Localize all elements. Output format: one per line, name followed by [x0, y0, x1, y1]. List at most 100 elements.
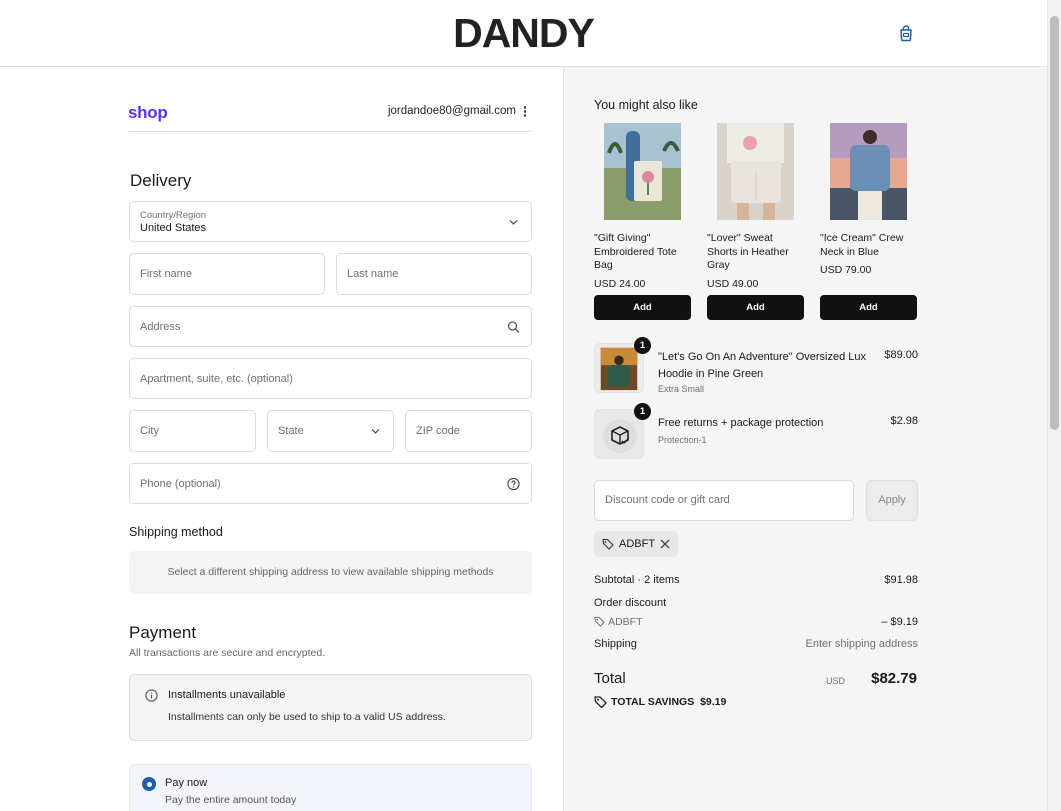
shipping-row: Shipping Enter shipping address — [594, 638, 918, 650]
help-circle-icon[interactable] — [507, 477, 520, 490]
shop-pay-logo: shop — [128, 103, 168, 122]
city-input[interactable]: City — [129, 410, 256, 452]
order-discount-label: Order discount — [594, 597, 667, 609]
country-select[interactable]: Country/Region United States — [129, 201, 532, 242]
subtotal-value: $91.98 — [884, 574, 918, 586]
zip-placeholder: ZIP code — [416, 425, 460, 437]
shipping-method-notice: Select a different shipping address to v… — [129, 551, 532, 594]
recommendation-price: USD 49.00 — [707, 277, 759, 290]
product-image[interactable] — [830, 123, 907, 220]
pay-now-description: Pay the entire amount today — [165, 794, 297, 806]
quantity-badge: 1 — [634, 337, 651, 354]
phone-input[interactable]: Phone (optional) — [129, 463, 532, 504]
scrollbar-thumb[interactable] — [1050, 16, 1059, 430]
discount-placeholder: Discount code or gift card — [605, 494, 730, 506]
page-scrollbar[interactable] — [1047, 0, 1061, 811]
add-to-cart-button[interactable]: Add — [820, 295, 917, 320]
delivery-heading: Delivery — [130, 171, 192, 190]
zip-input[interactable]: ZIP code — [405, 410, 532, 452]
discount-value: – $9.19 — [881, 616, 918, 628]
first-name-input[interactable]: First name — [129, 253, 325, 295]
cart-line-item: 1 Free returns + package protection Prot… — [594, 403, 918, 461]
recommendation-name[interactable]: "Gift Giving" Embroidered Tote Bag — [594, 232, 691, 273]
add-to-cart-button[interactable]: Add — [707, 295, 804, 320]
recommendation-card: "Ice Cream" Crew Neck in Blue USD 79.00 … — [820, 123, 917, 320]
discount-code-input[interactable]: Discount code or gift card — [594, 480, 854, 521]
total-savings: TOTAL SAVINGS $9.19 — [594, 695, 726, 708]
product-image[interactable] — [717, 123, 794, 220]
tag-icon — [594, 696, 607, 708]
recommendation-name[interactable]: "Ice Cream" Crew Neck in Blue — [820, 232, 917, 259]
savings-value: $9.19 — [700, 696, 727, 708]
line-item-variant: Extra Small — [658, 384, 705, 394]
chevron-down-icon — [509, 219, 518, 225]
checkout-form-column: shop jordandoe80@gmail.com Delivery Coun… — [0, 67, 563, 811]
brand-logo[interactable]: DANDY — [0, 10, 1047, 57]
applied-discount-chip: ADBFT — [594, 531, 678, 557]
discount-code-row: ADBFT – $9.19 — [594, 616, 918, 628]
apply-discount-button[interactable]: Apply — [866, 480, 918, 521]
apartment-input[interactable]: Apartment, suite, etc. (optional) — [129, 358, 532, 399]
phone-placeholder: Phone (optional) — [140, 477, 221, 490]
chevron-down-icon — [371, 429, 380, 434]
country-value: United States — [140, 222, 207, 234]
recommendation-price: USD 24.00 — [594, 277, 646, 290]
subtotal-label: Subtotal · 2 items — [594, 574, 680, 586]
recommendation-price: USD 79.00 — [820, 264, 872, 276]
installments-title: Installments unavailable — [168, 689, 286, 701]
savings-label: TOTAL SAVINGS — [611, 696, 695, 708]
applied-discount-code: ADBFT — [619, 538, 656, 550]
shipping-method-message: Select a different shipping address to v… — [167, 566, 494, 578]
shipping-method-heading: Shipping method — [129, 525, 223, 539]
recommendation-card: "Gift Giving" Embroidered Tote Bag USD 2… — [594, 123, 691, 320]
tag-icon — [594, 616, 605, 627]
account-divider — [129, 131, 532, 132]
cart-line-item: 1 "Let's Go On An Adventure" Oversized L… — [594, 337, 918, 399]
payment-subtitle: All transactions are secure and encrypte… — [129, 647, 326, 659]
payment-heading: Payment — [129, 623, 197, 642]
installments-description: Installments can only be used to ship to… — [168, 711, 446, 723]
state-select[interactable]: State — [267, 410, 394, 452]
account-email: jordandoe80@gmail.com — [387, 105, 516, 117]
product-image[interactable] — [604, 123, 681, 220]
discount-code-label: ADBFT — [608, 616, 643, 628]
installments-notice: Installments unavailable Installments ca… — [129, 674, 532, 741]
tag-icon — [602, 538, 614, 550]
line-item-variant: Protection-1 — [658, 435, 707, 445]
city-placeholder: City — [140, 425, 159, 437]
address-input[interactable]: Address — [129, 306, 532, 347]
total-label: Total — [594, 670, 626, 687]
more-vertical-icon[interactable] — [521, 106, 529, 120]
shipping-value: Enter shipping address — [805, 638, 918, 650]
order-summary-column: You might also like "Gift Giving" Embroi… — [563, 67, 1047, 811]
add-to-cart-button[interactable]: Add — [594, 295, 691, 320]
country-label: Country/Region — [140, 210, 207, 221]
search-icon — [507, 320, 520, 333]
state-placeholder: State — [278, 425, 304, 437]
subtotal-row: Subtotal · 2 items $91.98 — [594, 574, 918, 586]
shopping-bag-icon[interactable] — [897, 24, 915, 42]
apartment-placeholder: Apartment, suite, etc. (optional) — [140, 372, 293, 385]
line-item-name: "Let's Go On An Adventure" Oversized Lux… — [658, 351, 867, 380]
line-item-price: $89.00 — [884, 349, 918, 361]
order-discount-row: Order discount — [594, 597, 918, 609]
recommendations-heading: You might also like — [594, 98, 698, 112]
recommendation-name[interactable]: "Lover" Sweat Shorts in Heather Gray — [707, 232, 804, 273]
pay-now-option[interactable]: Pay now Pay the entire amount today — [129, 764, 532, 811]
last-name-placeholder: Last name — [347, 268, 399, 280]
total-currency: USD — [825, 676, 845, 686]
info-icon — [145, 689, 158, 702]
close-icon[interactable] — [659, 538, 671, 550]
quantity-badge: 1 — [634, 403, 651, 420]
pay-now-title: Pay now — [165, 777, 208, 789]
last-name-input[interactable]: Last name — [336, 253, 532, 295]
total-amount: $82.79 — [871, 670, 917, 687]
line-item-name: Free returns + package protection — [658, 417, 824, 429]
recommendation-card: "Lover" Sweat Shorts in Heather Gray USD… — [707, 123, 804, 320]
address-placeholder: Address — [140, 320, 181, 333]
shipping-label: Shipping — [594, 638, 637, 650]
first-name-placeholder: First name — [140, 268, 192, 280]
line-item-price: $2.98 — [890, 415, 918, 427]
site-header: DANDY — [0, 0, 1047, 67]
pay-now-radio[interactable] — [142, 777, 156, 791]
